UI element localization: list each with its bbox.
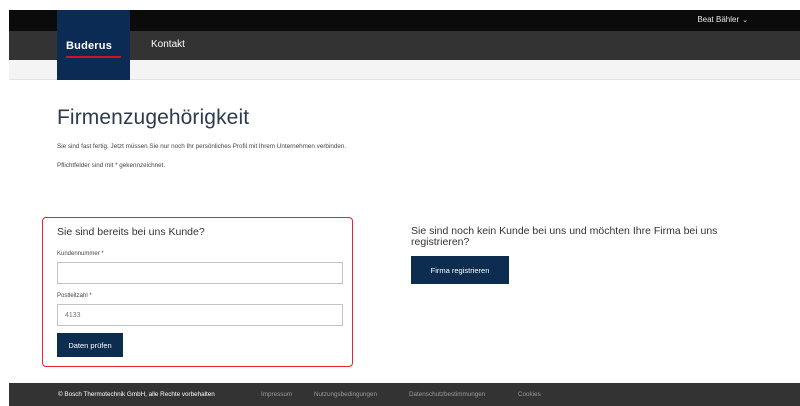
postal-code-label: Postleitzahl * xyxy=(57,293,92,299)
footer-link-impressum[interactable]: Impressum xyxy=(261,391,292,398)
footer-link-terms[interactable]: Nutzungsbedingungen xyxy=(314,391,377,398)
required-fields-note: Pflichtfelder sind mit * gekennzeichnet. xyxy=(57,162,166,169)
logo-accent-line xyxy=(66,56,121,58)
register-company-button[interactable]: Firma registrieren xyxy=(411,256,509,284)
check-data-button[interactable]: Daten prüfen xyxy=(57,333,123,357)
intro-text: Sie sind fast fertig. Jetzt müssen Sie n… xyxy=(57,143,347,150)
user-menu[interactable]: Beat Bähler ⌄ xyxy=(697,15,748,24)
customer-number-input[interactable] xyxy=(57,262,343,284)
nav-link-contact[interactable]: Kontakt xyxy=(151,39,185,50)
chevron-down-icon: ⌄ xyxy=(742,17,748,24)
footer-link-privacy[interactable]: Datenschutzbestimmungen xyxy=(409,391,485,398)
page-title: Firmenzugehörigkeit xyxy=(57,106,250,129)
logo-text: Buderus xyxy=(66,40,113,52)
buderus-logo[interactable]: Buderus xyxy=(57,10,130,80)
user-name: Beat Bähler xyxy=(697,15,740,24)
window-edge xyxy=(0,0,9,406)
new-customer-heading: Sie sind noch kein Kunde bei uns und möc… xyxy=(411,225,718,248)
footer-copyright: © Bosch Thermotechnik GmbH, alle Rechte … xyxy=(58,391,215,398)
existing-customer-heading: Sie sind bereits bei uns Kunde? xyxy=(57,226,205,238)
footer: © Bosch Thermotechnik GmbH, alle Rechte … xyxy=(9,383,800,406)
postal-code-input[interactable] xyxy=(57,304,343,326)
footer-link-cookies[interactable]: Cookies xyxy=(518,391,541,398)
customer-number-label: Kundennummer * xyxy=(57,251,104,257)
